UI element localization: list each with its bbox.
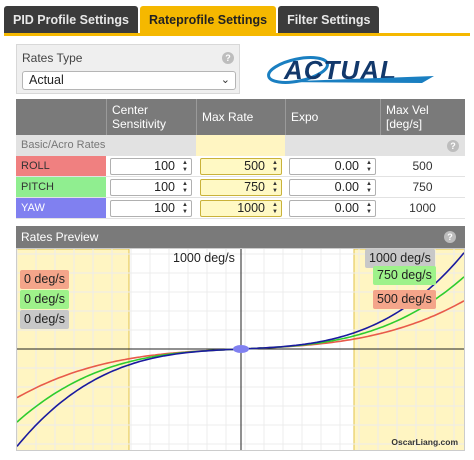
tab-pid-profile[interactable]: PID Profile Settings bbox=[4, 6, 138, 34]
rates-preview-graph: 1000 deg/s 0 deg/s 0 deg/s 0 deg/s 1000 … bbox=[16, 248, 465, 451]
yaw-max-vel: 1000 bbox=[409, 201, 436, 215]
pitch-center-input[interactable]: 100 ▲ ▼ bbox=[110, 179, 192, 196]
axis-label-pitch: PITCH bbox=[16, 177, 106, 197]
spinner-icon: ▲ ▼ bbox=[366, 202, 372, 215]
tab-rateprofile[interactable]: Rateprofile Settings bbox=[140, 6, 277, 34]
chevron-down-icon: ⌄ bbox=[220, 74, 230, 86]
yaw-center-input[interactable]: 100 ▲ ▼ bbox=[110, 200, 192, 217]
tab-bar: PID Profile Settings Rateprofile Setting… bbox=[4, 6, 381, 34]
stick-position-marker bbox=[233, 345, 249, 353]
section-label: Basic/Acro Rates bbox=[21, 139, 106, 151]
watermark: OscarLiang.com bbox=[391, 437, 458, 447]
spinner-icon: ▲ ▼ bbox=[366, 160, 372, 173]
spinner-icon: ▲ ▼ bbox=[182, 202, 188, 215]
spinner-icon: ▲ ▼ bbox=[272, 160, 278, 173]
rates-preview-header: Rates Preview ? bbox=[16, 226, 465, 248]
yaw-current-label: 0 deg/s bbox=[20, 310, 70, 329]
rates-preview-title: Rates Preview bbox=[21, 230, 99, 244]
col-expo: Expo bbox=[285, 99, 380, 135]
roll-current-label: 0 deg/s bbox=[20, 270, 70, 289]
rates-type-label: Rates Type bbox=[22, 51, 83, 65]
spinner-icon: ▲ ▼ bbox=[182, 181, 188, 194]
yaw-max-rate-input[interactable]: 1000 ▲ ▼ bbox=[200, 200, 282, 217]
y-axis-max-label: 1000 deg/s bbox=[173, 251, 235, 265]
tab-underline bbox=[4, 33, 470, 36]
roll-center-input[interactable]: 100 ▲ ▼ bbox=[110, 158, 192, 175]
rates-table: Center Sensitivity Max Rate Expo Max Vel… bbox=[16, 99, 465, 219]
pitch-expo-input[interactable]: 0.00 ▲ ▼ bbox=[289, 179, 376, 196]
yaw-expo-input[interactable]: 0.00 ▲ ▼ bbox=[289, 200, 376, 217]
help-icon[interactable]: ? bbox=[447, 140, 459, 152]
roll-max-vel: 500 bbox=[412, 159, 433, 173]
pitch-current-label: 0 deg/s bbox=[20, 290, 70, 309]
spinner-icon: ▲ ▼ bbox=[182, 160, 188, 173]
spinner-icon: ▲ ▼ bbox=[272, 202, 278, 215]
rates-type-value: Actual bbox=[29, 73, 64, 87]
roll-max-label: 500 deg/s bbox=[373, 290, 436, 309]
roll-expo-input[interactable]: 0.00 ▲ ▼ bbox=[289, 158, 376, 175]
table-row-yaw: YAW 100 ▲ ▼ 1000 ▲ ▼ 0.00 ▲ ▼ 1000 bbox=[16, 198, 465, 219]
tab-filter[interactable]: Filter Settings bbox=[278, 6, 380, 34]
spinner-icon: ▲ ▼ bbox=[366, 181, 372, 194]
table-row-pitch: PITCH 100 ▲ ▼ 750 ▲ ▼ 0.00 ▲ ▼ 750 bbox=[16, 177, 465, 198]
col-max-rate: Max Rate bbox=[196, 99, 285, 135]
actual-rates-logo: ACTUAL bbox=[267, 55, 434, 85]
table-row-roll: ROLL 100 ▲ ▼ 500 ▲ ▼ 0.00 ▲ ▼ 500 bbox=[16, 156, 465, 177]
pitch-max-vel: 750 bbox=[412, 180, 433, 194]
spinner-icon: ▲ ▼ bbox=[272, 181, 278, 194]
roll-max-rate-input[interactable]: 500 ▲ ▼ bbox=[200, 158, 282, 175]
help-icon[interactable]: ? bbox=[222, 52, 234, 64]
axis-label-yaw: YAW bbox=[16, 198, 106, 218]
help-icon[interactable]: ? bbox=[444, 231, 456, 243]
pitch-max-rate-input[interactable]: 750 ▲ ▼ bbox=[200, 179, 282, 196]
rates-type-panel: Rates Type ? Actual ⌄ bbox=[16, 44, 240, 94]
table-header: Center Sensitivity Max Rate Expo Max Vel… bbox=[16, 99, 465, 135]
col-max-vel: Max Vel [deg/s] bbox=[380, 99, 465, 135]
rates-type-select[interactable]: Actual ⌄ bbox=[22, 71, 236, 90]
axis-label-roll: ROLL bbox=[16, 156, 106, 176]
pitch-max-label: 750 deg/s bbox=[373, 266, 436, 285]
rateprofile-window: PID Profile Settings Rateprofile Setting… bbox=[0, 0, 474, 460]
col-center-sensitivity: Center Sensitivity bbox=[106, 99, 196, 135]
